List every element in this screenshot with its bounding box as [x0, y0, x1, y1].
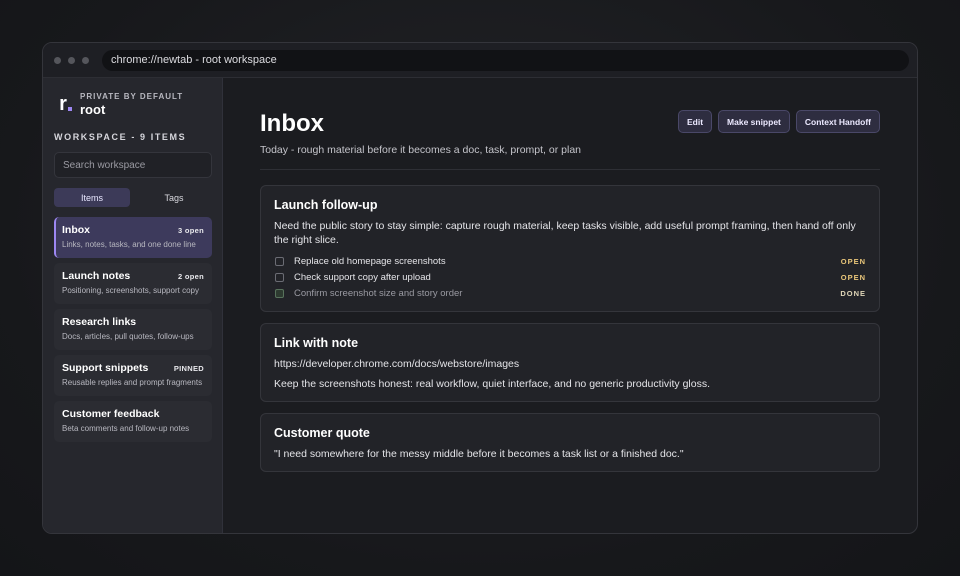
sidebar-item-launch-notes[interactable]: Launch notes 2 open Positioning, screens…: [54, 263, 212, 304]
sidebar-item-subtitle: Links, notes, tasks, and one done line: [62, 240, 196, 249]
brand: r PRIVATE BY DEFAULT root: [54, 92, 212, 117]
browser-window: chrome://newtab - root workspace r PRIVA…: [42, 42, 918, 534]
sidebar-item-subtitle: Beta comments and follow-up notes: [62, 424, 190, 433]
task-status-badge: DONE: [840, 288, 866, 298]
sidebar-item-title: Support snippets: [62, 362, 149, 374]
tab-items[interactable]: Items: [54, 188, 130, 207]
workspace-heading: WORKSPACE - 9 ITEMS: [54, 132, 187, 142]
sidebar-tabs: Items Tags: [54, 188, 212, 207]
window-minimize-dot[interactable]: [68, 56, 75, 64]
sidebar-item-title: Inbox: [62, 224, 90, 236]
card-title: Launch follow-up: [274, 198, 378, 212]
search-input[interactable]: [54, 152, 212, 178]
address-text: chrome://newtab - root workspace: [111, 54, 277, 66]
brand-kicker: PRIVATE BY DEFAULT: [80, 92, 184, 101]
task-label: Replace old homepage screenshots: [294, 255, 446, 267]
sidebar-item-title: Customer feedback: [62, 408, 160, 420]
sidebar: r PRIVATE BY DEFAULT root WORKSPACE - 9 …: [43, 78, 223, 533]
tab-tags[interactable]: Tags: [136, 188, 212, 207]
card-link[interactable]: https://developer.chrome.com/docs/websto…: [274, 357, 866, 371]
sidebar-item-subtitle: Positioning, screenshots, support copy: [62, 286, 199, 295]
sidebar-item-research-links[interactable]: Research links Docs, articles, pull quot…: [54, 309, 212, 350]
task-item: Replace old homepage screenshots OPEN: [274, 253, 866, 269]
card-title: Customer quote: [274, 426, 370, 440]
sidebar-item-support-snippets[interactable]: Support snippets PINNED Reusable replies…: [54, 355, 212, 396]
sidebar-item-subtitle: Docs, articles, pull quotes, follow-ups: [62, 332, 194, 341]
card-text: Need the public story to stay simple: ca…: [274, 220, 856, 246]
brand-name: root: [80, 102, 106, 117]
sidebar-item-title: Launch notes: [62, 270, 131, 282]
note-card-launch-follow-up[interactable]: Launch follow-up Need the public story t…: [260, 185, 880, 312]
window-close-dot[interactable]: [54, 56, 61, 64]
item-badge: 2 open: [178, 271, 204, 281]
task-item: Check support copy after upload OPEN: [274, 269, 866, 285]
task-item: Confirm screenshot size and story order …: [274, 285, 866, 301]
sidebar-item-subtitle: Reusable replies and prompt fragments: [62, 378, 203, 387]
task-checkbox[interactable]: [275, 272, 284, 282]
task-label: Check support copy after upload: [294, 271, 431, 283]
page-subtitle: Today - rough material before it becomes…: [260, 144, 581, 156]
address-bar[interactable]: chrome://newtab - root workspace: [102, 49, 909, 71]
item-badge: PINNED: [173, 363, 204, 373]
card-title: Link with note: [274, 336, 359, 350]
note-card-customer-quote[interactable]: Customer quote "I need somewhere for the…: [260, 413, 880, 472]
item-badge: 3 open: [178, 225, 204, 235]
sidebar-item-inbox[interactable]: Inbox 3 open Links, notes, tasks, and on…: [54, 217, 212, 258]
title-bar: chrome://newtab - root workspace: [43, 43, 917, 78]
brand-logo-icon: r: [54, 93, 72, 116]
task-label: Confirm screenshot size and story order: [294, 287, 463, 299]
sidebar-item-title: Research links: [62, 316, 137, 328]
task-status-badge: OPEN: [840, 256, 866, 266]
divider: [260, 169, 880, 170]
window-maximize-dot[interactable]: [82, 56, 89, 64]
card-text: "I need somewhere for the messy middle b…: [274, 448, 684, 460]
task-status-badge: OPEN: [840, 272, 866, 282]
task-checkbox[interactable]: [275, 256, 284, 266]
sidebar-item-customer-feedback[interactable]: Customer feedback Beta comments and foll…: [54, 401, 212, 442]
make-snippet-button[interactable]: Make snippet: [718, 110, 790, 133]
main-panel: Inbox Today - rough material before it b…: [223, 78, 917, 533]
context-handoff-button[interactable]: Context Handoff: [795, 110, 880, 133]
edit-button[interactable]: Edit: [677, 110, 713, 133]
action-bar: Edit Make snippet Context Handoff: [677, 110, 880, 133]
note-card-link-with-note[interactable]: Link with note https://developer.chrome.…: [260, 323, 880, 402]
card-text: Keep the screenshots honest: real workfl…: [274, 378, 710, 390]
task-checkbox[interactable]: [275, 288, 284, 298]
